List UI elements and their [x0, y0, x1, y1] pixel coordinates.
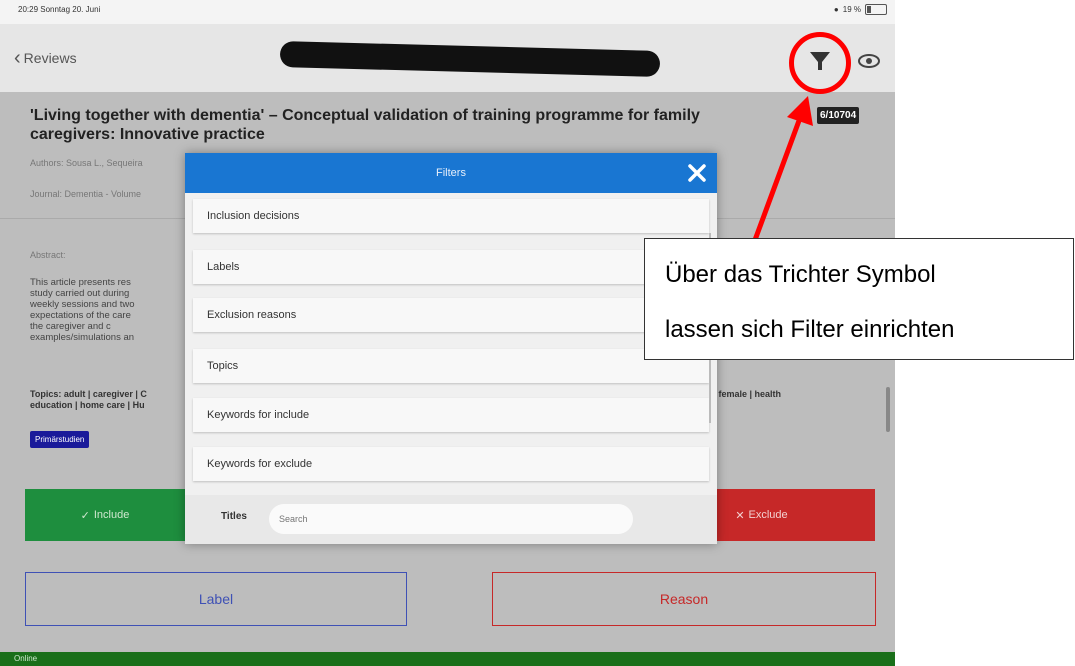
filter-topics[interactable]: Topics — [193, 349, 709, 383]
topics-right-text: ] | female | health — [708, 389, 782, 399]
status-bar: 20:29 Sonntag 20. Juni ● 19 % — [0, 0, 895, 24]
modal-title: Filters — [436, 167, 466, 179]
article-counter: 6/10704 — [817, 107, 860, 124]
include-label: Include — [93, 509, 130, 521]
filter-keywords-exclude[interactable]: Keywords for exclude — [193, 447, 709, 481]
redaction-bar — [279, 41, 661, 77]
status-right: ● 19 % — [834, 4, 887, 15]
online-status-bar: Online — [0, 652, 895, 666]
titles-search-row: Titles — [185, 495, 717, 544]
article-journal: Journal: Dementia - Volume — [30, 189, 142, 199]
close-icon[interactable] — [687, 163, 707, 183]
filters-modal: Filters Inclusion decisions Labels Exclu… — [185, 153, 717, 544]
include-button[interactable]: ✓ Include — [25, 489, 185, 541]
check-icon: ✓ — [80, 509, 90, 522]
chevron-left-icon: ‹ — [14, 47, 21, 69]
battery-icon — [865, 4, 887, 15]
search-input[interactable] — [269, 504, 633, 534]
eye-icon[interactable] — [858, 52, 880, 70]
back-button[interactable]: ‹ Reviews — [14, 47, 77, 69]
top-navbar: ‹ Reviews — [0, 24, 895, 92]
callout-line-1: Über das Trichter Symbol — [665, 261, 936, 288]
article-title: 'Living together with dementia' – Concep… — [30, 107, 700, 143]
label-chip[interactable]: Primärstudien — [30, 431, 90, 448]
filter-inclusion-decisions[interactable]: Inclusion decisions — [193, 199, 709, 233]
filter-keywords-include[interactable]: Keywords for include — [193, 398, 709, 432]
abstract-label: Abstract: — [30, 250, 66, 260]
filter-exclusion-reasons[interactable]: Exclusion reasons — [193, 298, 709, 332]
reason-button[interactable]: Reason — [492, 572, 876, 626]
titles-label: Titles — [221, 511, 247, 522]
close-icon: ✕ — [735, 509, 745, 522]
modal-header: Filters — [185, 153, 717, 193]
annotation-callout: Über das Trichter Symbol lassen sich Fil… — [644, 238, 1074, 360]
article-authors: Authors: Sousa L., Sequeira — [30, 158, 143, 168]
highlight-circle — [789, 32, 851, 94]
wifi-icon: ● — [833, 5, 839, 14]
filter-labels[interactable]: Labels — [193, 250, 709, 284]
status-time: 20:29 Sonntag 20. Juni — [18, 5, 101, 14]
callout-line-2: lassen sich Filter einrichten — [665, 316, 955, 343]
exclude-label: Exclude — [748, 509, 788, 521]
back-label: Reviews — [23, 50, 77, 66]
scrollbar[interactable] — [886, 387, 890, 432]
battery-percent: 19 % — [842, 5, 861, 14]
label-button[interactable]: Label — [25, 572, 407, 626]
